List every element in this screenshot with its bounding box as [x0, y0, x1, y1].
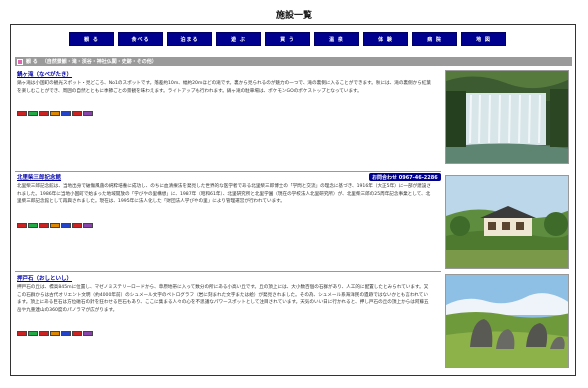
nav-see-button[interactable]: 観 る — [69, 32, 114, 46]
entry-title-link[interactable]: 北里柴三郎記念館 — [17, 173, 61, 181]
nav-stay-button[interactable]: 泊まる — [167, 32, 212, 46]
page-title: 施設一覧 — [275, 11, 312, 21]
tag-row — [17, 331, 93, 336]
waterfall-photo — [445, 70, 569, 164]
museum-image — [446, 176, 568, 268]
toilet-tag-icon[interactable] — [28, 223, 38, 228]
waterfall-image — [446, 71, 568, 163]
map-tag-icon[interactable] — [17, 223, 27, 228]
category-nav: 観 る 食べる 泊まる 遊 ぶ 買 う 温 泉 体 験 病 院 地 図 — [69, 32, 506, 46]
entry-divider — [15, 171, 441, 172]
parking-tag-icon[interactable] — [39, 223, 49, 228]
section-title: 観 る — [26, 59, 38, 65]
list-item: 鍋ヶ滝（なべがたき） 鍋ヶ滝は小国町の観光スポット・見どころ、No1のスポットで… — [15, 70, 572, 170]
nearby-tag-icon[interactable] — [61, 331, 71, 336]
entry-description: 押戸石の丘は、標高845mに位置し、マゼノミステリーロードから、草原地帯に入って… — [17, 285, 429, 313]
list-item: 押戸石（おしといし） 押戸石の丘は、標高845mに位置し、マゼノミステリーロード… — [15, 274, 572, 374]
nav-eat-button[interactable]: 食べる — [118, 32, 163, 46]
entry-description: 鍋ヶ滝は小国町の観光スポット・見どころ、No1のスポットです。落差約10m、幅約… — [17, 81, 431, 94]
info-tag-icon[interactable] — [72, 111, 82, 116]
map-tag-icon[interactable] — [17, 331, 27, 336]
entry-description: 北里柴三郎記念館は、当地出身で破傷風菌の純粋培養に成功し、のちに血清療法を発見し… — [17, 184, 431, 205]
parking-tag-icon[interactable] — [39, 111, 49, 116]
museum-photo — [445, 175, 569, 269]
map2-tag-icon[interactable] — [83, 223, 93, 228]
map-tag-icon[interactable] — [17, 111, 27, 116]
section-header: 観 る （自然景観・滝・渓谷・神社仏閣・史跡・その他） — [15, 57, 572, 66]
content-frame: 観 る 食べる 泊まる 遊 ぶ 買 う 温 泉 体 験 病 院 地 図 観 る … — [10, 24, 576, 376]
rocks-photo — [445, 274, 569, 368]
rocks-image — [446, 275, 568, 367]
parking-tag-icon[interactable] — [39, 331, 49, 336]
photo-tag-icon[interactable] — [50, 331, 60, 336]
entry-divider — [15, 271, 441, 272]
tag-row — [17, 111, 93, 116]
map2-tag-icon[interactable] — [83, 331, 93, 336]
phone-badge: お問合わせ 0967-46-2286 — [369, 173, 441, 181]
info-tag-icon[interactable] — [72, 223, 82, 228]
nav-hospital-button[interactable]: 病 院 — [412, 32, 457, 46]
map2-tag-icon[interactable] — [83, 111, 93, 116]
nearby-tag-icon[interactable] — [61, 223, 71, 228]
section-subtitle: （自然景観・滝・渓谷・神社仏閣・史跡・その他） — [41, 59, 157, 65]
flower-icon — [17, 58, 23, 65]
nav-map-button[interactable]: 地 図 — [461, 32, 506, 46]
nav-play-button[interactable]: 遊 ぶ — [216, 32, 261, 46]
nav-buy-button[interactable]: 買 う — [265, 32, 310, 46]
photo-tag-icon[interactable] — [50, 223, 60, 228]
nav-experience-button[interactable]: 体 験 — [363, 32, 408, 46]
list-item: 北里柴三郎記念館 お問合わせ 0967-46-2286 北里柴三郎記念館は、当地… — [15, 173, 572, 269]
toilet-tag-icon[interactable] — [28, 111, 38, 116]
photo-tag-icon[interactable] — [50, 111, 60, 116]
nav-onsen-button[interactable]: 温 泉 — [314, 32, 359, 46]
tag-row — [17, 223, 93, 228]
info-tag-icon[interactable] — [72, 331, 82, 336]
entry-title-link[interactable]: 押戸石（おしといし） — [17, 274, 72, 282]
nearby-tag-icon[interactable] — [61, 111, 71, 116]
entry-title-link[interactable]: 鍋ヶ滝（なべがたき） — [17, 70, 72, 78]
toilet-tag-icon[interactable] — [28, 331, 38, 336]
